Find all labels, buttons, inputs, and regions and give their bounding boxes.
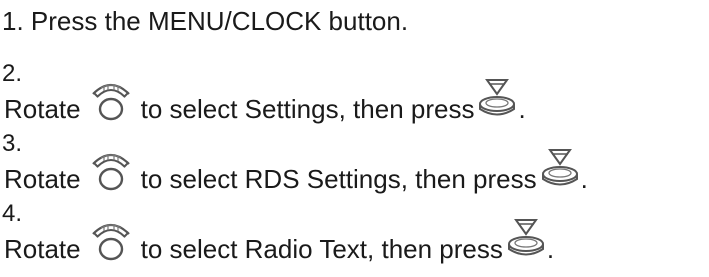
- press-knob-icon: [539, 148, 581, 194]
- end-punctuation: .: [546, 234, 555, 264]
- end-punctuation: .: [518, 94, 526, 124]
- step-3: 3. Rotate to select RDS Settings, then p…: [2, 130, 702, 195]
- rotary-dial-icon: [87, 78, 137, 124]
- select-text: to select Settings, then press: [140, 94, 475, 124]
- step-instruction: Rotate to select Settings, then press .: [4, 79, 526, 124]
- step-number: 4.: [2, 200, 23, 227]
- rotate-label: Rotate: [4, 94, 81, 124]
- step-instruction: Rotate to select RDS Settings, then pres…: [4, 149, 588, 194]
- press-knob-icon: [476, 78, 518, 124]
- step-1: 1. Press the MENU/CLOCK button.: [2, 4, 702, 38]
- rotary-dial-icon: [87, 218, 137, 264]
- step-instruction: Rotate to select Radio Text, then press: [4, 219, 555, 264]
- step-text: Press the MENU/CLOCK button.: [30, 6, 409, 36]
- step-number: 1.: [2, 6, 24, 36]
- rotate-label: Rotate: [4, 164, 81, 194]
- step-number: 2.: [2, 60, 23, 87]
- step-1-line: 1. Press the MENU/CLOCK button.: [2, 4, 408, 38]
- step-4: 4. Rotate to select Radio Text, then pre…: [2, 200, 702, 265]
- step-number: 3.: [2, 130, 23, 157]
- step-2: 2. Rotate to select Settings, then press: [2, 60, 702, 125]
- instruction-steps: 1. Press the MENU/CLOCK button. 2. Rotat…: [0, 0, 709, 277]
- rotary-dial-icon: [87, 148, 137, 194]
- end-punctuation: .: [580, 164, 588, 194]
- press-knob-icon: [505, 218, 547, 264]
- select-text: to select RDS Settings, then press: [140, 164, 537, 194]
- rotate-label: Rotate: [4, 234, 81, 264]
- select-text: to select Radio Text, then press: [140, 234, 503, 264]
